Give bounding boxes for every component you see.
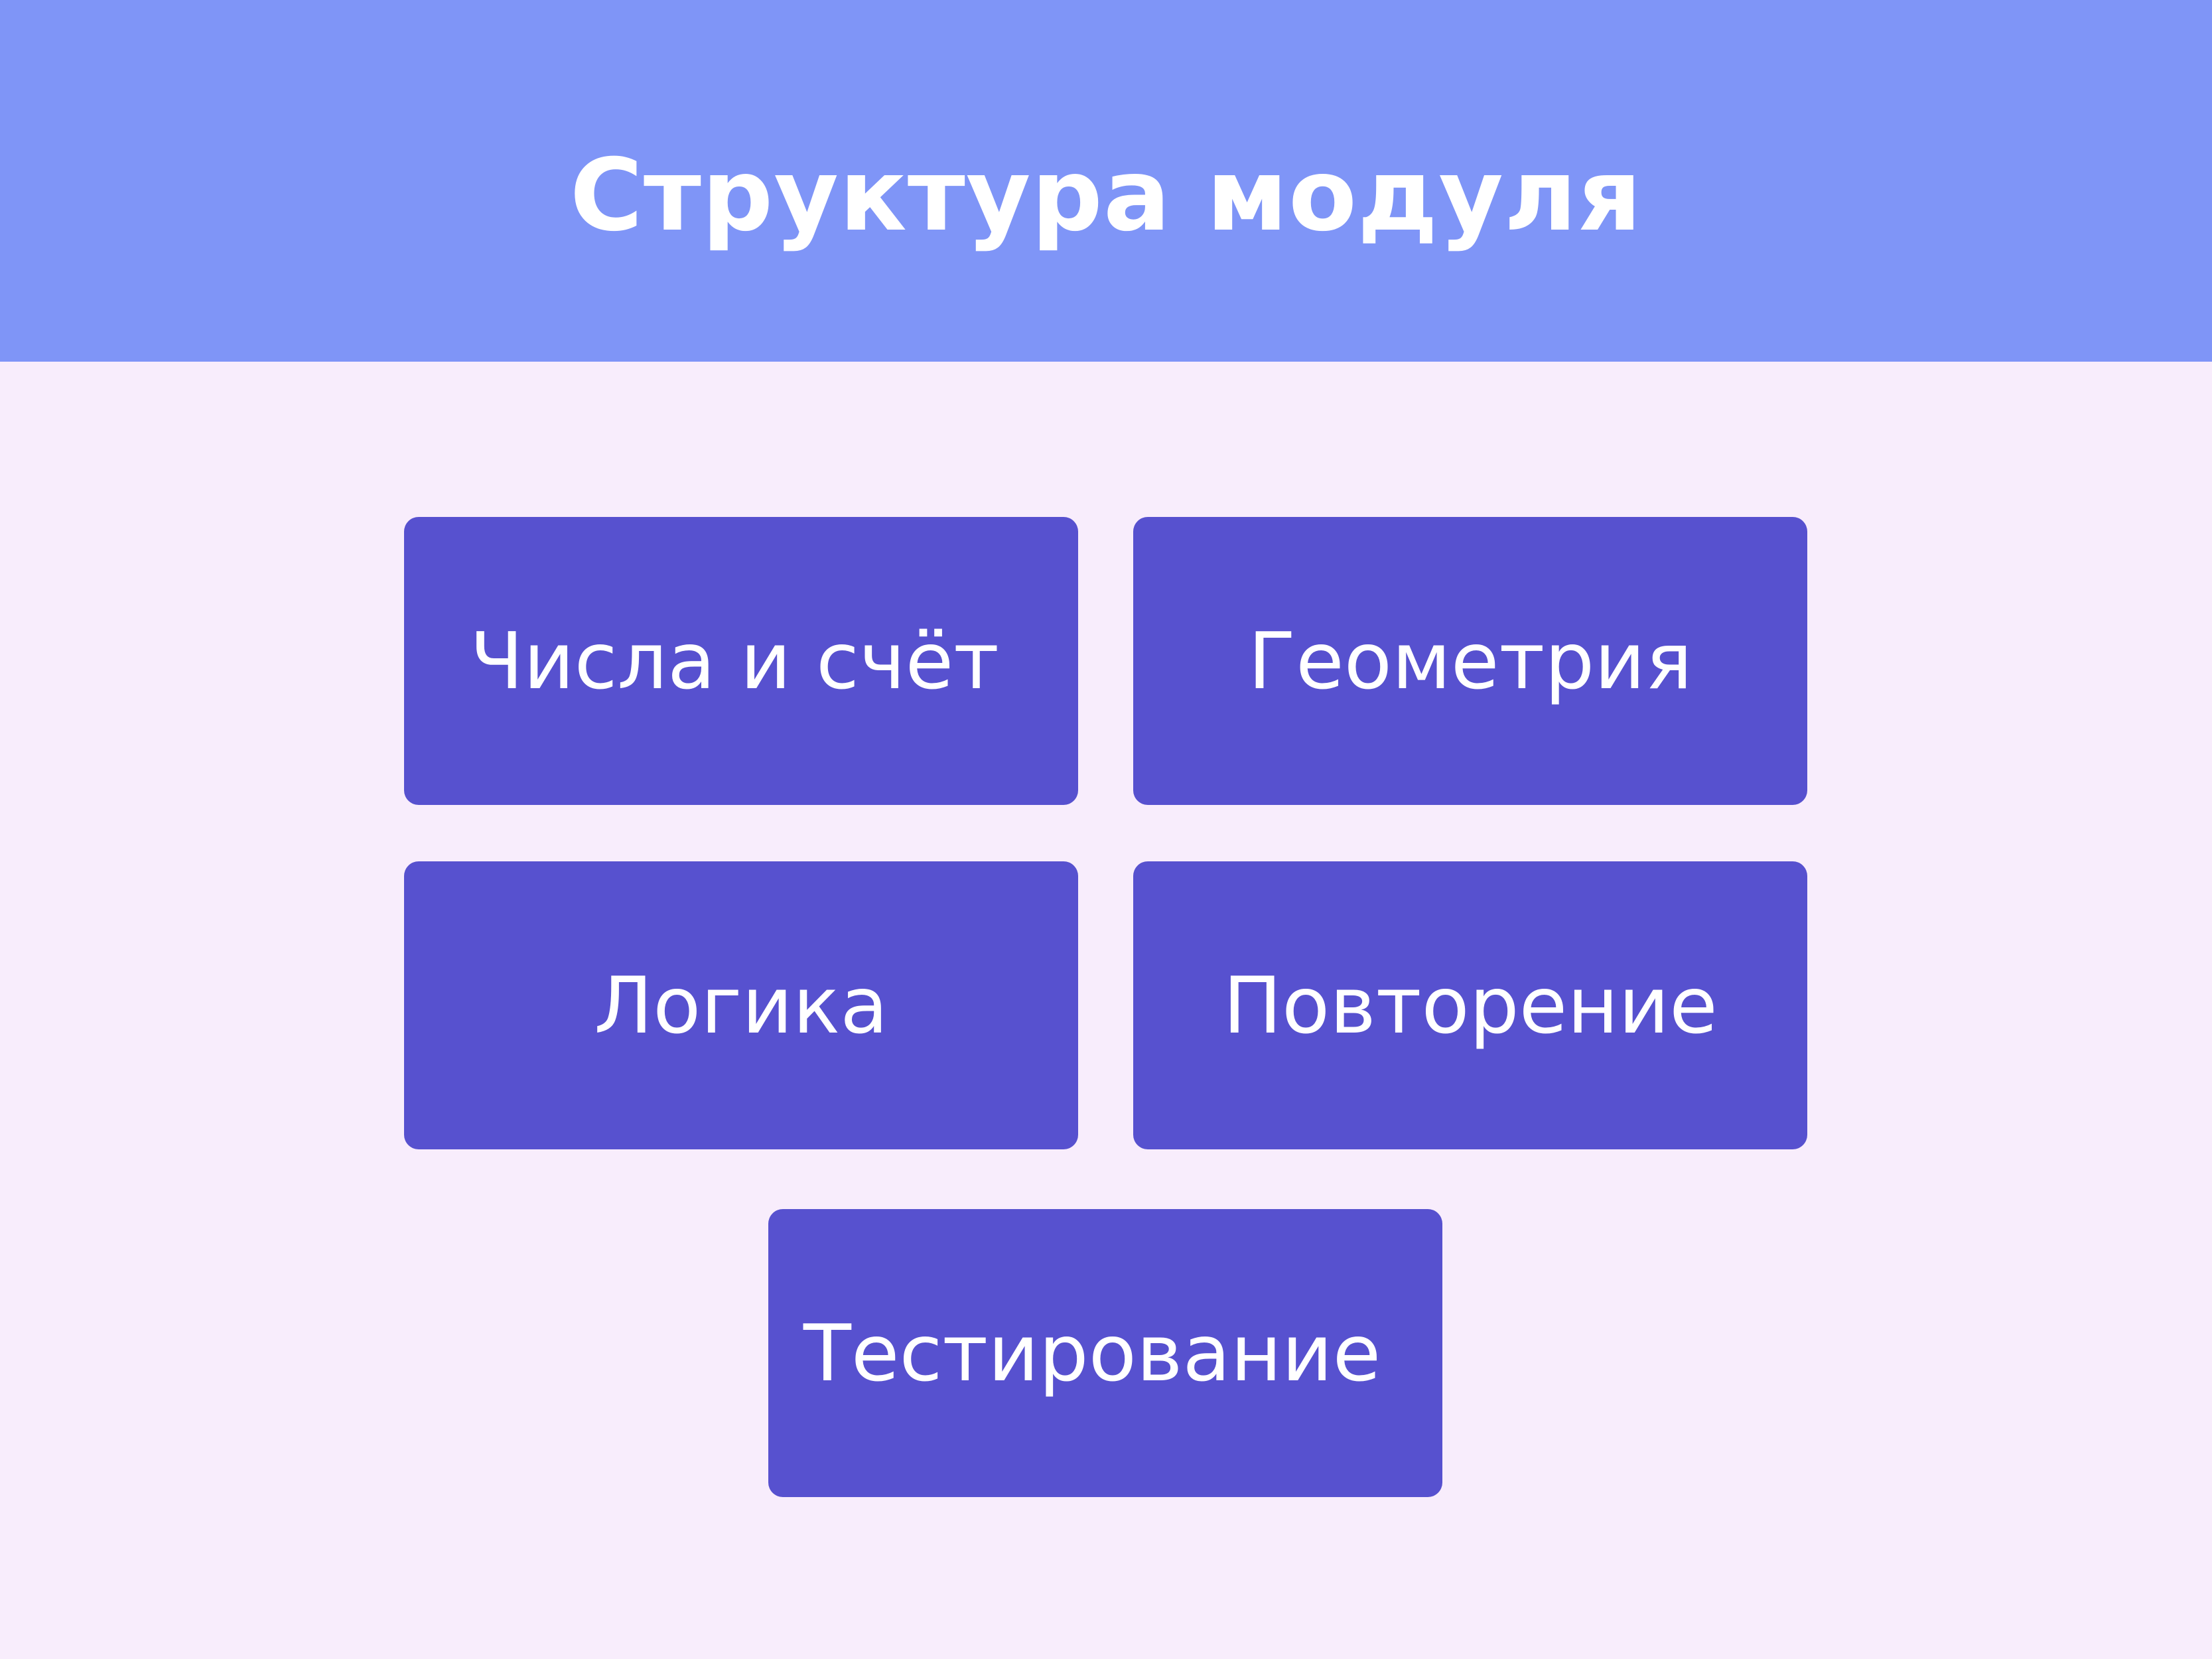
module-box-geometry: Геометрия [1133, 517, 1807, 805]
module-box-label: Повторение [1223, 960, 1718, 1051]
page-title: Структура модуля [569, 138, 1643, 253]
module-box-logic: Логика [404, 861, 1078, 1149]
module-box-label: Геометрия [1248, 615, 1693, 707]
module-box-label: Тестирование [803, 1307, 1381, 1399]
module-box-review: Повторение [1133, 861, 1807, 1149]
module-box-numbers: Числа и счёт [404, 517, 1078, 805]
module-box-testing: Тестирование [768, 1209, 1442, 1497]
module-box-label: Логика [594, 960, 888, 1051]
module-box-label: Числа и счёт [470, 615, 999, 707]
